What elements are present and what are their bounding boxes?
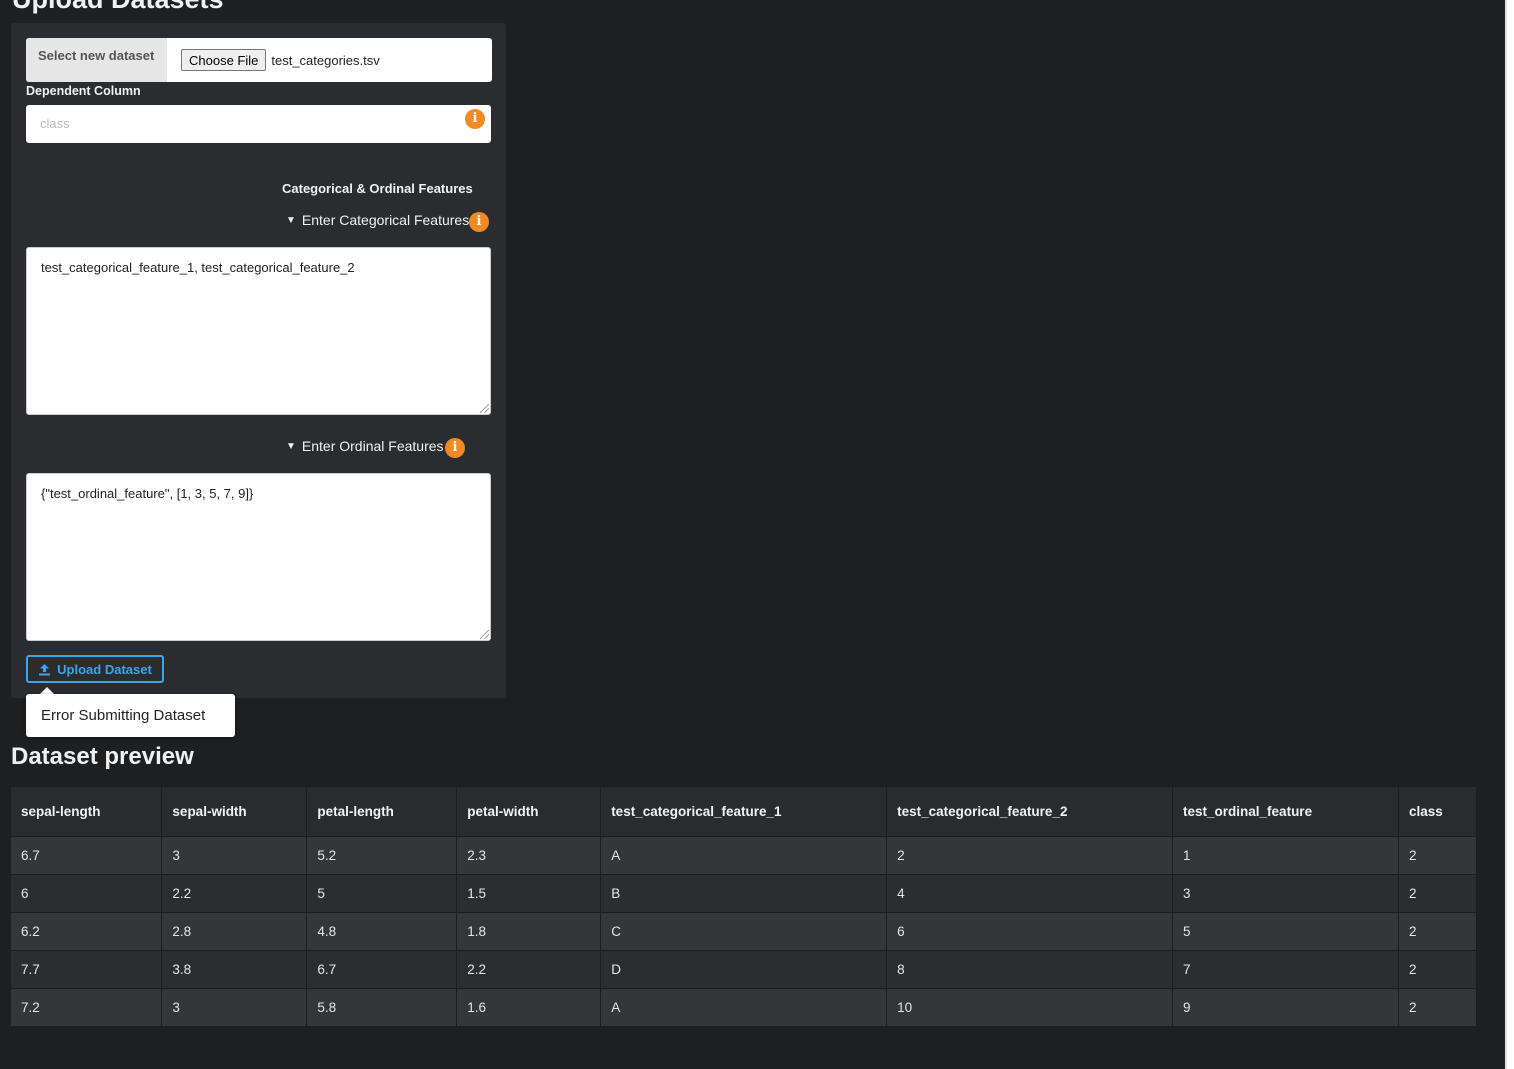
table-cell: 1 bbox=[1172, 836, 1399, 875]
upload-button-label: Upload Dataset bbox=[57, 661, 152, 677]
column-header[interactable]: sepal-width bbox=[161, 787, 308, 837]
table-cell: 5 bbox=[306, 874, 458, 913]
column-header[interactable]: test_categorical_feature_1 bbox=[600, 787, 888, 837]
table-cell: 2 bbox=[1398, 836, 1478, 875]
table-row: 7.7 3.8 6.7 2.2 D 8 7 2 bbox=[11, 950, 1478, 989]
dependent-column-label: Dependent Column bbox=[26, 84, 141, 98]
table-cell: 4.8 bbox=[306, 912, 458, 951]
info-icon[interactable]: i bbox=[469, 212, 489, 232]
table-cell: B bbox=[600, 874, 888, 913]
resize-handle-icon[interactable] bbox=[480, 630, 489, 639]
categorical-features-value: test_categorical_feature_1, test_categor… bbox=[41, 260, 355, 275]
column-header[interactable]: class bbox=[1398, 787, 1478, 837]
table-row: 6 2.2 5 1.5 B 4 3 2 bbox=[11, 874, 1478, 913]
info-icon[interactable]: i bbox=[445, 438, 465, 458]
table-cell: 2 bbox=[1398, 950, 1478, 989]
table-cell: 6 bbox=[11, 874, 163, 913]
file-input[interactable]: Choose File test_categories.tsv bbox=[167, 38, 380, 82]
table-cell: 7.2 bbox=[11, 988, 163, 1026]
dataset-preview-table: sepal-length sepal-width petal-length pe… bbox=[11, 787, 1478, 1026]
table-cell: 6 bbox=[886, 912, 1174, 951]
caret-down-icon: ▼ bbox=[286, 440, 296, 452]
table-cell: 5 bbox=[1172, 912, 1399, 951]
upload-form-panel: Select new dataset Choose File test_cate… bbox=[11, 23, 506, 698]
table-cell: 2.2 bbox=[161, 874, 308, 913]
table-cell: 3 bbox=[1172, 874, 1399, 913]
column-header[interactable]: petal-length bbox=[306, 787, 458, 837]
categorical-toggle-label: Enter Categorical Features bbox=[301, 212, 470, 228]
ordinal-features-toggle[interactable]: ▼ Enter Ordinal Features bbox=[286, 438, 444, 454]
table-cell: 4 bbox=[886, 874, 1174, 913]
table-header-row: sepal-length sepal-width petal-length pe… bbox=[11, 787, 1478, 837]
column-header[interactable]: test_categorical_feature_2 bbox=[886, 787, 1174, 837]
features-section-title: Categorical & Ordinal Features bbox=[282, 181, 473, 196]
table-cell: 6.2 bbox=[11, 912, 163, 951]
table-cell: 5.8 bbox=[306, 988, 458, 1026]
selected-file-name: test_categories.tsv bbox=[271, 52, 380, 68]
table-cell: 3 bbox=[161, 836, 308, 875]
table-cell: 6.7 bbox=[306, 950, 458, 989]
categorical-features-textarea[interactable]: test_categorical_feature_1, test_categor… bbox=[26, 247, 491, 415]
table-cell: 7.7 bbox=[11, 950, 163, 989]
table-cell: 2 bbox=[1398, 912, 1478, 951]
table-cell: 1.6 bbox=[456, 988, 602, 1026]
preview-title: Dataset preview bbox=[11, 743, 194, 770]
choose-file-button[interactable]: Choose File bbox=[181, 49, 267, 71]
ordinal-toggle-label: Enter Ordinal Features bbox=[301, 438, 444, 454]
resize-handle-icon[interactable] bbox=[480, 404, 489, 413]
table-cell: D bbox=[600, 950, 888, 989]
table-cell: 2 bbox=[1398, 874, 1478, 913]
table-cell: 7 bbox=[1172, 950, 1399, 989]
upload-dataset-button[interactable]: Upload Dataset bbox=[26, 655, 164, 683]
ordinal-features-textarea[interactable]: {"test_ordinal_feature", [1, 3, 5, 7, 9]… bbox=[26, 473, 491, 641]
file-addon-label: Select new dataset bbox=[26, 38, 167, 82]
table-cell: 6.7 bbox=[11, 836, 163, 875]
table-row: 6.2 2.8 4.8 1.8 C 6 5 2 bbox=[11, 912, 1478, 951]
table-cell: 8 bbox=[886, 950, 1174, 989]
column-header[interactable]: petal-width bbox=[456, 787, 602, 837]
table-cell: 5.2 bbox=[306, 836, 458, 875]
table-row: 6.7 3 5.2 2.3 A 2 1 2 bbox=[11, 836, 1478, 875]
caret-down-icon: ▼ bbox=[286, 214, 296, 226]
file-input-group: Select new dataset Choose File test_cate… bbox=[26, 38, 492, 82]
column-header[interactable]: sepal-length bbox=[11, 787, 163, 837]
table-cell: 1.5 bbox=[456, 874, 602, 913]
table-cell: 3.8 bbox=[161, 950, 308, 989]
table-cell: 2 bbox=[886, 836, 1174, 875]
table-cell: 9 bbox=[1172, 988, 1399, 1026]
column-header[interactable]: test_ordinal_feature bbox=[1172, 787, 1399, 837]
tooltip-arrow bbox=[40, 687, 54, 694]
categorical-features-toggle[interactable]: ▼ Enter Categorical Features bbox=[286, 212, 469, 228]
table-cell: 10 bbox=[886, 988, 1174, 1026]
page-title: Upload Datasets bbox=[12, 0, 224, 13]
ordinal-features-value: {"test_ordinal_feature", [1, 3, 5, 7, 9]… bbox=[41, 486, 254, 501]
upload-icon bbox=[39, 663, 51, 675]
table-cell: A bbox=[600, 988, 888, 1026]
table-cell: A bbox=[600, 836, 888, 875]
table-cell: C bbox=[600, 912, 888, 951]
table-cell: 2.3 bbox=[456, 836, 602, 875]
dependent-column-input[interactable]: class bbox=[26, 105, 491, 143]
table-row: 7.2 3 5.8 1.6 A 10 9 2 bbox=[11, 988, 1478, 1026]
side-panel-divider bbox=[1505, 0, 1507, 1069]
table-cell: 3 bbox=[161, 988, 308, 1026]
table-cell: 1.8 bbox=[456, 912, 602, 951]
info-icon[interactable]: i bbox=[465, 109, 485, 129]
error-tooltip: Error Submitting Dataset bbox=[26, 694, 235, 737]
table-cell: 2.8 bbox=[161, 912, 308, 951]
table-cell: 2 bbox=[1398, 988, 1478, 1026]
table-cell: 2.2 bbox=[456, 950, 602, 989]
